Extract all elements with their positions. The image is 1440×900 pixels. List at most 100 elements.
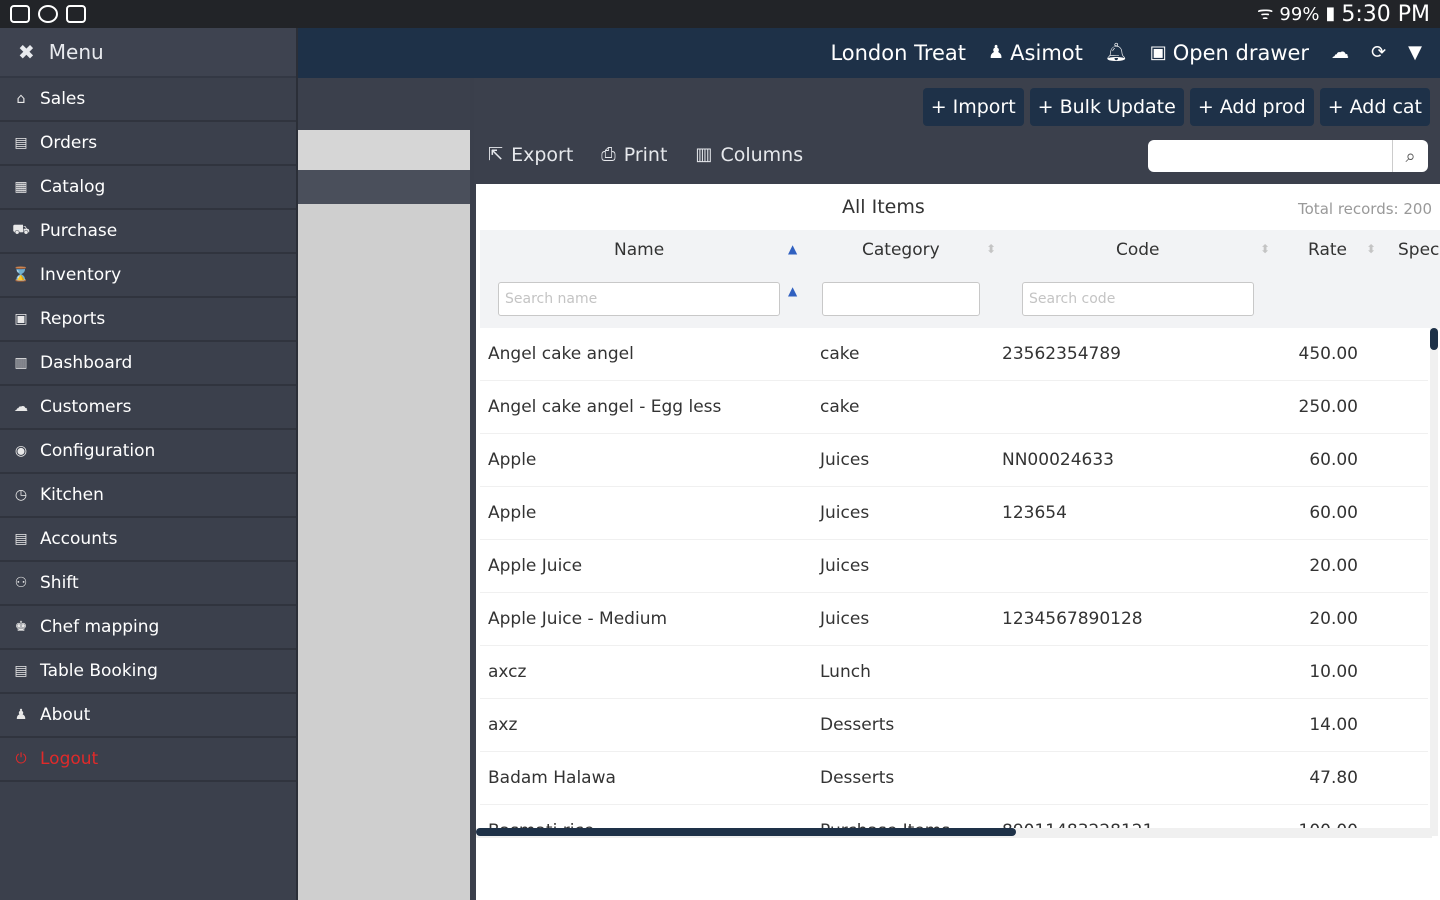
table-row[interactable]: Angel cake angel cake 23562354789 450.00 — [480, 328, 1428, 381]
list-icon: ▤ — [14, 135, 28, 151]
sidebar-item-label: Purchase — [40, 221, 118, 241]
column-header-spec[interactable]: Speci — [1398, 240, 1440, 260]
table-row[interactable]: Apple Juices 123654 60.00 — [480, 487, 1428, 540]
refresh-icon[interactable]: ⟳ — [1371, 44, 1386, 62]
import-button[interactable]: + Import — [922, 88, 1024, 126]
cell-category: Lunch — [820, 662, 871, 682]
cell-name: Angel cake angel - Egg less — [488, 397, 722, 417]
cell-name: Apple Juice - Medium — [488, 609, 668, 629]
app-bar-items: London Treat ♟ Asimot 🔔︎ ▣ Open drawer ☁… — [830, 28, 1422, 78]
table-row[interactable]: axz Desserts 14.00 — [480, 699, 1428, 752]
cell-name: Angel cake angel — [488, 344, 634, 364]
table-icon: ▤ — [14, 663, 28, 679]
sort-icon[interactable]: ⬍ — [986, 242, 996, 256]
columns-icon: ▥ — [695, 144, 713, 165]
sidebar-item-kitchen[interactable]: ◷ Kitchen — [0, 474, 296, 518]
sidebar-item-purchase[interactable]: ⛟ Purchase — [0, 210, 296, 254]
sidebar-item-catalog[interactable]: ▦ Catalog — [0, 166, 296, 210]
notification-icons — [10, 5, 86, 23]
sidebar-item-shift[interactable]: ⚇ Shift — [0, 562, 296, 606]
print-button[interactable]: ⎙ Print — [601, 144, 667, 166]
sidebar-item-dashboard[interactable]: ▥ Dashboard — [0, 342, 296, 386]
whatsapp-icon — [38, 5, 58, 23]
columns-button[interactable]: ▥ Columns — [695, 144, 803, 166]
menu-header[interactable]: ✖ Menu — [0, 28, 296, 78]
column-header-category[interactable]: Category — [862, 240, 940, 260]
export-button[interactable]: ⇱ Export — [488, 144, 573, 166]
sidebar-item-orders[interactable]: ▤ Orders — [0, 122, 296, 166]
bell-icon[interactable]: 🔔︎ — [1105, 44, 1128, 62]
cell-name: Badam Halawa — [488, 768, 616, 788]
sidebar-item-label: About — [40, 705, 91, 725]
total-records: Total records: 200 — [1298, 200, 1432, 218]
open-drawer-button[interactable]: ▣ Open drawer — [1150, 41, 1309, 65]
status-bar: ᯤ 99% ▮ 5:30 PM — [0, 0, 1440, 28]
table-row[interactable]: Apple Juices NN00024633 60.00 — [480, 434, 1428, 487]
table-row[interactable]: Apple Juice - Medium Juices 1234567890128 2… — [480, 593, 1428, 646]
sidebar-item-about[interactable]: ♟ About — [0, 694, 296, 738]
cell-category: Juices — [820, 609, 870, 629]
sidebar-item-logout[interactable]: ⏻ Logout — [0, 738, 296, 782]
table-footer — [476, 838, 1440, 900]
category-panel-item[interactable] — [298, 130, 470, 170]
category-filter-input[interactable] — [822, 282, 980, 316]
horizontal-scroll-thumb[interactable] — [476, 828, 1016, 836]
menu-list: ⌂ Sales ▤ Orders ▦ Catalog ⛟ Purchase ⌛ Inventory… — [0, 78, 296, 782]
add-product-button[interactable]: + Add prod — [1189, 88, 1314, 126]
table-row[interactable]: Badam Halawa Desserts 47.80 — [480, 752, 1428, 805]
table-tools: ⇱ Export ⎙ Print ▥ Columns — [488, 144, 803, 166]
horizontal-scrollbar[interactable] — [476, 828, 1432, 838]
search-icon[interactable]: ⌕ — [1392, 140, 1428, 172]
cart-icon: ⛟ — [12, 222, 30, 238]
table-search: ⌕ — [1148, 140, 1428, 172]
cash-drawer-icon: ▣ — [1149, 42, 1167, 63]
table-row[interactable]: Angel cake angel - Egg less cake 250.00 — [480, 381, 1428, 434]
wifi-status-icon[interactable]: ▼ — [1408, 44, 1422, 62]
category-panel-item-selected[interactable] — [298, 170, 470, 204]
bulk-update-button[interactable]: + Bulk Update — [1029, 88, 1184, 126]
vertical-scroll-thumb[interactable] — [1430, 328, 1438, 350]
system-indicators: ᯤ 99% ▮ 5:30 PM — [1257, 2, 1430, 27]
sidebar-item-accounts[interactable]: ▤ Accounts — [0, 518, 296, 562]
sort-icon[interactable]: ⬍ — [1366, 242, 1376, 256]
user-menu[interactable]: ♟ Asimot — [988, 41, 1083, 65]
cell-rate: 20.00 — [1309, 609, 1358, 629]
cell-name: axz — [488, 715, 518, 735]
store-name[interactable]: London Treat — [830, 41, 966, 65]
globe-icon: ◉ — [14, 443, 28, 459]
app-root: ᯤ 99% ▮ 5:30 PM London Treat ♟ Asimot 🔔︎… — [0, 0, 1440, 900]
sidebar-item-customers[interactable]: ☁ Customers — [0, 386, 296, 430]
action-buttons: + Import + Bulk Update + Add prod + Add cat — [922, 88, 1430, 126]
cell-category: cake — [820, 344, 860, 364]
import-label: Import — [952, 96, 1016, 118]
column-header-code[interactable]: Code — [1116, 240, 1160, 260]
sidebar-item-reports[interactable]: ▣ Reports — [0, 298, 296, 342]
users-icon: ⚇ — [14, 575, 28, 591]
table-row[interactable]: axcz Lunch 10.00 — [480, 646, 1428, 699]
sidebar-item-chef-mapping[interactable]: ♚ Chef mapping — [0, 606, 296, 650]
vertical-scrollbar[interactable] — [1430, 328, 1438, 836]
sidebar-item-configuration[interactable]: ◉ Configuration — [0, 430, 296, 474]
column-header-name[interactable]: Name — [614, 240, 664, 260]
add-category-button[interactable]: + Add cat — [1319, 88, 1430, 126]
table-row[interactable]: Apple Juice Juices 20.00 — [480, 540, 1428, 593]
bulk-update-label: Bulk Update — [1059, 96, 1176, 118]
sort-icon[interactable]: ⬍ — [1260, 242, 1270, 256]
cell-category: Juices — [820, 503, 870, 523]
column-header-rate[interactable]: Rate — [1308, 240, 1347, 260]
sidebar-item-inventory[interactable]: ⌛ Inventory — [0, 254, 296, 298]
sort-asc-icon[interactable]: ▲ — [788, 284, 797, 298]
sort-asc-icon[interactable]: ▲ — [788, 242, 797, 256]
sidebar-item-sales[interactable]: ⌂ Sales — [0, 78, 296, 122]
table-search-input[interactable] — [1148, 140, 1392, 172]
code-filter-input[interactable] — [1022, 282, 1254, 316]
name-filter-input[interactable] — [498, 282, 780, 316]
sidebar-item-table-booking[interactable]: ▤ Table Booking — [0, 650, 296, 694]
sidebar-item-label: Accounts — [40, 529, 118, 549]
print-icon: ⎙ — [601, 144, 616, 165]
category-panel — [298, 78, 474, 900]
cell-category: cake — [820, 397, 860, 417]
close-icon[interactable]: ✖ — [18, 40, 35, 64]
print-label: Print — [623, 144, 668, 166]
cloud-sync-icon[interactable]: ☁ — [1331, 44, 1349, 62]
